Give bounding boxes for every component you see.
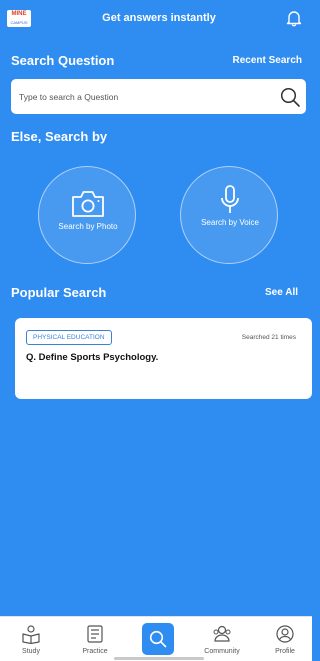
nav-practice-label: Practice <box>82 648 108 655</box>
search-by-photo-label: Search by Photo <box>58 222 118 231</box>
nav-profile[interactable]: Profile <box>260 623 310 659</box>
search-by-photo-button[interactable]: Search by Photo <box>38 166 136 264</box>
popular-search-title: Popular Search <box>11 285 107 300</box>
nav-community[interactable]: Community <box>197 623 247 659</box>
header-title: Get answers instantly <box>102 12 216 24</box>
search-by-voice-label: Search by Voice <box>201 218 259 227</box>
see-all-link[interactable]: See All <box>265 286 298 300</box>
popular-question-card[interactable]: PHYSICAL EDUCATION Searched 21 times Q. … <box>15 318 312 399</box>
app-logo: MINE CAMPUS <box>7 10 31 27</box>
bottom-nav: Study Practice Community Profile <box>0 616 312 661</box>
search-box <box>11 79 306 114</box>
study-icon <box>21 624 41 645</box>
profile-icon <box>275 624 295 644</box>
nav-search-button[interactable] <box>142 623 174 655</box>
home-indicator <box>114 657 204 660</box>
else-search-title: Else, Search by <box>11 129 108 144</box>
top-bar: MINE CAMPUS Get answers instantly <box>0 0 312 36</box>
logo-bottom-text: CAMPUS <box>10 20 28 25</box>
nav-practice[interactable]: Practice <box>70 623 120 659</box>
microphone-icon <box>219 184 241 221</box>
nav-study[interactable]: Study <box>6 623 56 659</box>
searched-count: Searched 21 times <box>241 334 296 341</box>
search-section-title: Search Question <box>11 53 115 68</box>
question-text: Q. Define Sports Psychology. <box>26 352 159 363</box>
community-icon <box>212 624 232 644</box>
logo-top-text: MINE <box>11 11 27 17</box>
search-input[interactable] <box>19 88 259 105</box>
nav-study-label: Study <box>22 648 40 655</box>
bell-icon[interactable] <box>285 9 303 27</box>
nav-profile-label: Profile <box>275 648 295 655</box>
search-icon <box>149 630 167 648</box>
subject-tag[interactable]: PHYSICAL EDUCATION <box>26 330 112 345</box>
nav-community-label: Community <box>204 648 240 655</box>
practice-icon <box>85 624 105 644</box>
recent-search-link[interactable]: Recent Search <box>233 54 302 68</box>
search-icon[interactable] <box>279 86 301 108</box>
search-by-voice-button[interactable]: Search by Voice <box>180 166 278 264</box>
camera-icon <box>70 189 106 224</box>
